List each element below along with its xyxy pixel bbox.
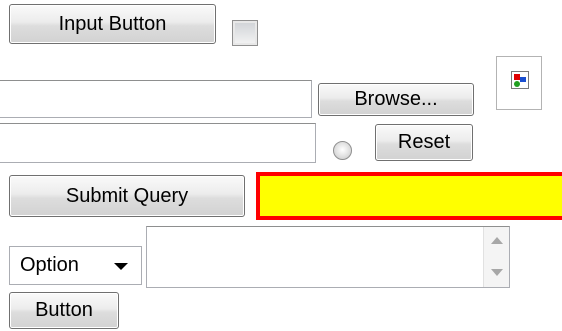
textarea[interactable] (146, 226, 510, 288)
highlighted-input[interactable] (256, 172, 562, 220)
reset-button-label: Reset (397, 131, 451, 153)
scroll-down-arrow[interactable] (491, 269, 503, 277)
option-select-value: Option (20, 254, 79, 276)
textarea-scrollbar[interactable] (483, 227, 509, 287)
input-button[interactable]: Input Button (9, 4, 216, 44)
scroll-up-arrow[interactable] (491, 237, 503, 245)
browse-button[interactable]: Browse... (318, 83, 474, 116)
broken-image (496, 56, 542, 110)
button-label: Button (35, 299, 93, 321)
broken-image-icon (511, 71, 529, 89)
submit-query-button[interactable]: Submit Query (9, 175, 245, 217)
button[interactable]: Button (9, 292, 119, 329)
submit-query-label: Submit Query (65, 184, 189, 207)
chevron-down-icon (114, 263, 128, 270)
reset-button[interactable]: Reset (375, 124, 473, 161)
browse-button-label: Browse... (354, 88, 438, 110)
text-input[interactable] (0, 123, 316, 163)
option-select[interactable]: Option (9, 246, 142, 285)
checkbox[interactable] (232, 20, 258, 46)
file-path-input[interactable] (0, 80, 312, 118)
input-button-label: Input Button (58, 12, 167, 35)
radio-button[interactable] (333, 141, 352, 160)
